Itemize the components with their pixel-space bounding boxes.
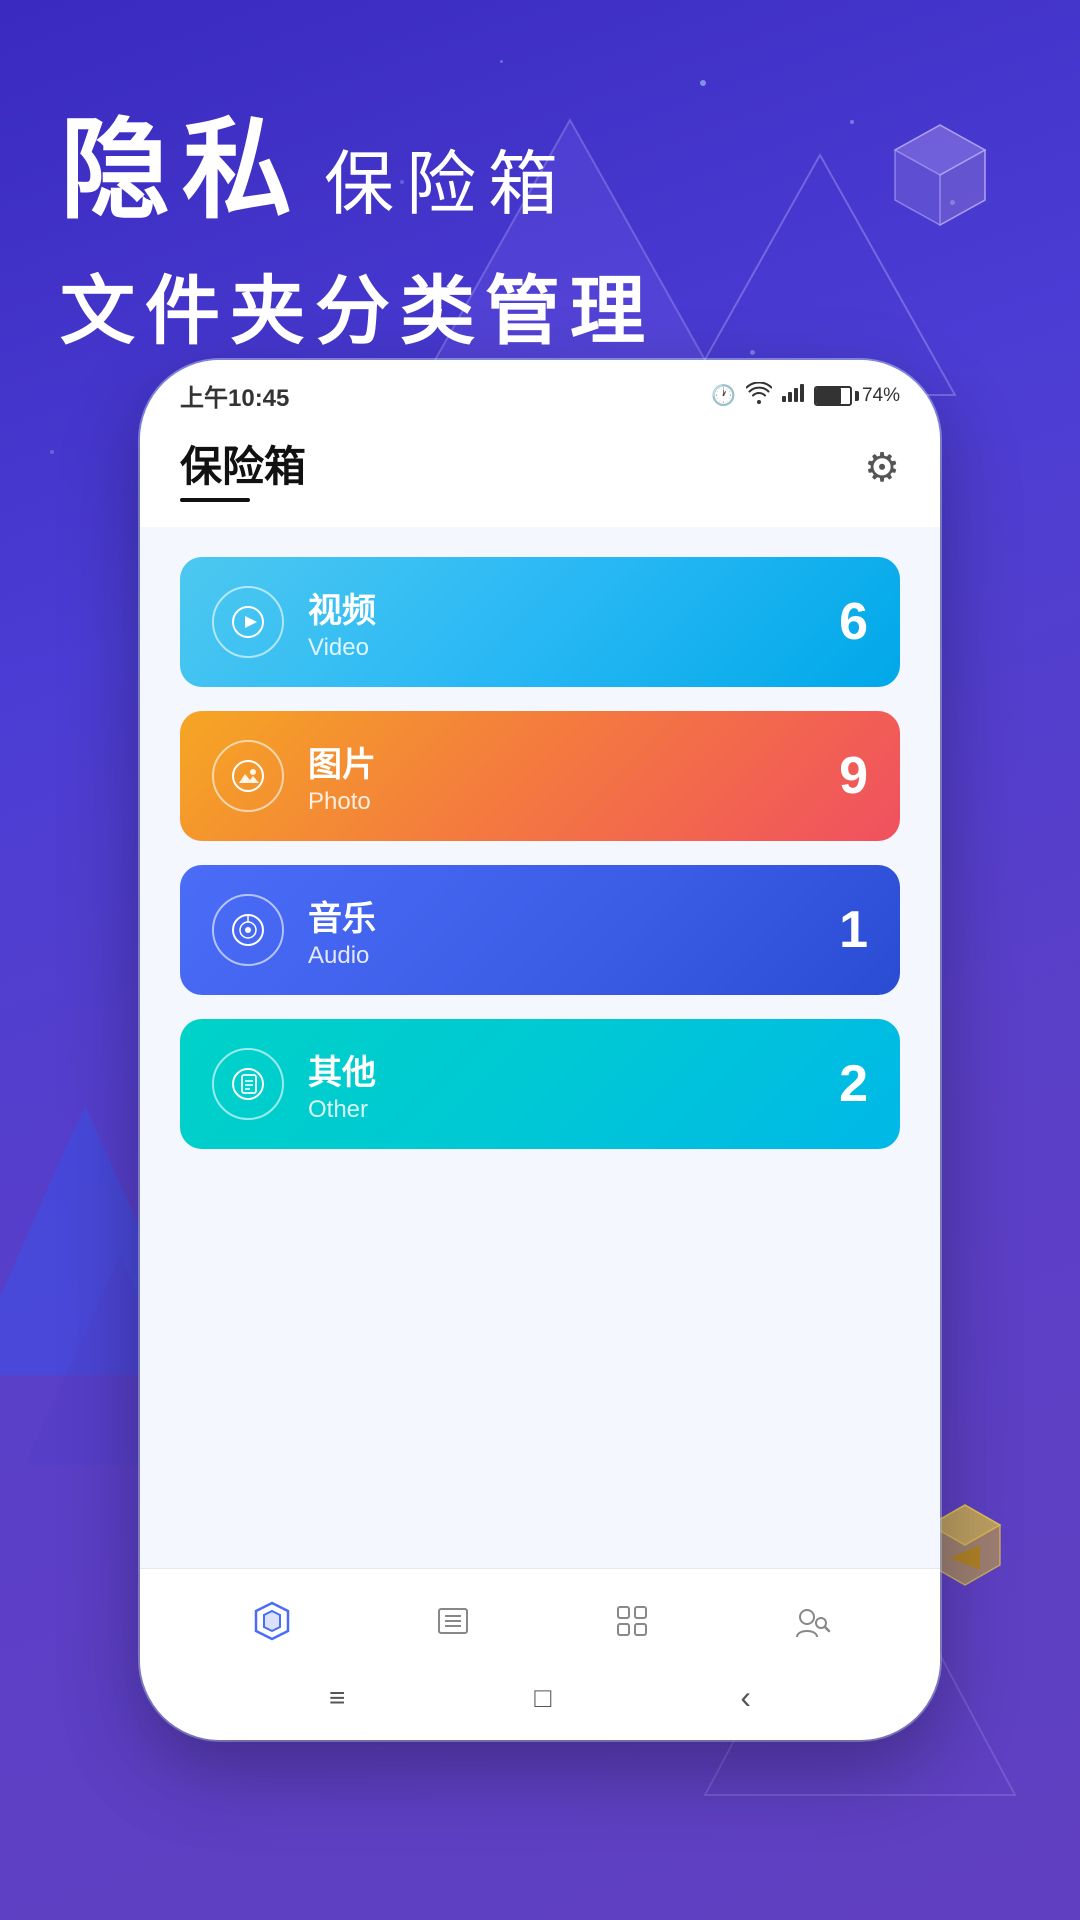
status-bar: 上午10:45 🕐 bbox=[140, 360, 940, 423]
other-count: 2 bbox=[839, 1054, 868, 1114]
photo-icon-circle bbox=[212, 740, 284, 812]
video-count: 6 bbox=[839, 592, 868, 652]
audio-count: 1 bbox=[839, 900, 868, 960]
system-menu-icon[interactable]: ≡ bbox=[329, 1682, 345, 1714]
video-labels: 视频 Video bbox=[308, 583, 376, 662]
list-nav-icon bbox=[433, 1601, 473, 1641]
nav-item-vault[interactable] bbox=[230, 1589, 314, 1653]
photo-labels: 图片 Photo bbox=[308, 737, 376, 816]
audio-labels: 音乐 Audio bbox=[308, 891, 376, 970]
photo-label-cn: 图片 bbox=[308, 737, 376, 786]
video-label-cn: 视频 bbox=[308, 583, 376, 632]
app-title: 保险箱 bbox=[180, 433, 306, 494]
card-left-video: 视频 Video bbox=[212, 583, 376, 662]
category-card-other[interactable]: 其他 Other 2 bbox=[180, 1019, 900, 1149]
nav-item-profile[interactable] bbox=[771, 1591, 851, 1651]
other-label-en: Other bbox=[308, 1096, 376, 1124]
audio-icon-circle bbox=[212, 894, 284, 966]
battery-percent: 74% bbox=[862, 385, 900, 407]
card-left-other: 其他 Other bbox=[212, 1045, 376, 1124]
wifi-icon bbox=[746, 382, 772, 410]
other-label-cn: 其他 bbox=[308, 1045, 376, 1094]
app-title-container: 保险箱 bbox=[180, 433, 306, 502]
system-home-icon[interactable]: □ bbox=[534, 1682, 551, 1714]
apps-nav-icon bbox=[612, 1601, 652, 1641]
other-labels: 其他 Other bbox=[308, 1045, 376, 1124]
status-icons: 🕐 74% bbox=[711, 382, 900, 410]
signal-icon bbox=[782, 384, 804, 408]
alarm-icon: 🕐 bbox=[711, 383, 736, 408]
system-back-icon[interactable]: ‹ bbox=[740, 1679, 751, 1716]
card-left-audio: 音乐 Audio bbox=[212, 891, 376, 970]
app-header: 保险箱 ⚙ bbox=[140, 423, 940, 527]
category-card-photo[interactable]: 图片 Photo 9 bbox=[180, 711, 900, 841]
category-card-video[interactable]: 视频 Video 6 bbox=[180, 557, 900, 687]
photo-label-en: Photo bbox=[308, 788, 376, 816]
other-icon-circle bbox=[212, 1048, 284, 1120]
header-subtitle: 文件夹分类管理 bbox=[60, 250, 655, 359]
header-title-small: 保险箱 bbox=[324, 128, 570, 229]
vault-nav-icon bbox=[250, 1599, 294, 1643]
system-nav-bar: ≡ □ ‹ bbox=[140, 1663, 940, 1740]
app-title-underline bbox=[180, 498, 250, 502]
nav-item-list[interactable] bbox=[413, 1591, 493, 1651]
battery-indicator: 74% bbox=[814, 385, 900, 407]
nav-item-apps[interactable] bbox=[592, 1591, 672, 1651]
status-time: 上午10:45 bbox=[180, 378, 289, 413]
photo-count: 9 bbox=[839, 746, 868, 806]
category-card-audio[interactable]: 音乐 Audio 1 bbox=[180, 865, 900, 995]
audio-label-en: Audio bbox=[308, 942, 376, 970]
header-title-large: 隐私 bbox=[60, 80, 304, 240]
header-section: 隐私 保险箱 文件夹分类管理 bbox=[60, 80, 655, 359]
settings-button[interactable]: ⚙ bbox=[864, 445, 900, 491]
video-icon-circle bbox=[212, 586, 284, 658]
video-label-en: Video bbox=[308, 634, 376, 662]
audio-label-cn: 音乐 bbox=[308, 891, 376, 940]
profile-nav-icon bbox=[791, 1601, 831, 1641]
header-line1: 隐私 保险箱 bbox=[60, 80, 655, 240]
app-content: 视频 Video 6 图片 Photo bbox=[140, 527, 940, 1568]
card-left-photo: 图片 Photo bbox=[212, 737, 376, 816]
phone-mockup: 上午10:45 🕐 bbox=[140, 360, 940, 1740]
bottom-nav bbox=[140, 1568, 940, 1663]
